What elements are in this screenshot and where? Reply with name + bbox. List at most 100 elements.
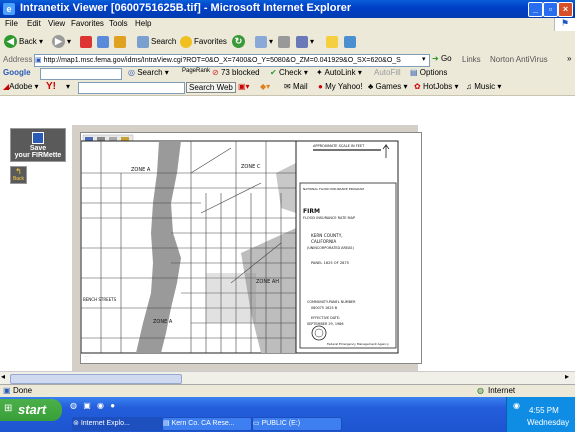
envelope-icon: ✉ <box>284 82 291 91</box>
blocked-count: 73 blocked <box>220 68 260 77</box>
status-text: Done <box>13 386 33 395</box>
map-community-label: COMMUNITY-PANEL NUMBER <box>307 300 356 304</box>
menu-help[interactable]: Help <box>135 19 151 28</box>
map-community-number: 060075 1625 B <box>311 306 338 310</box>
stop-icon <box>80 35 92 48</box>
yahoo-logo[interactable]: Y! <box>46 81 56 92</box>
refresh-icon <box>97 35 109 48</box>
norton-antivirus-button[interactable]: Norton AntiVirus <box>490 55 548 64</box>
page-done-icon: ▣ <box>3 386 11 395</box>
folder-task-icon: ▭ <box>253 420 262 427</box>
maximize-button[interactable]: ▫ <box>543 2 558 17</box>
yahoo-tools-icon[interactable]: ▣▾ <box>238 82 250 91</box>
map-drawing: ZONE A ZONE C ZONE AH ZONE A BENCH STREE… <box>80 133 421 363</box>
horizontal-scrollbar[interactable]: ◂ ▸ <box>0 371 575 384</box>
google-logo[interactable]: Google <box>3 68 31 77</box>
save-line1: Save <box>29 145 47 152</box>
autofill-button[interactable]: AutoFill <box>374 68 401 77</box>
back-button[interactable]: ◀ Back ▾ <box>4 34 43 50</box>
edit-button[interactable]: ▾ <box>296 34 314 50</box>
search-web-button[interactable]: Search Web <box>186 82 236 93</box>
menu-favorites[interactable]: Favorites <box>71 19 104 28</box>
task-internet-explorer[interactable]: ⊚ Internet Explo... <box>72 417 162 431</box>
mail-icon <box>255 35 267 48</box>
blocker-icon: ⊘ <box>212 68 219 77</box>
favorites-button[interactable]: Favorites <box>180 34 227 50</box>
address-dropdown-icon[interactable]: ▾ <box>422 55 426 63</box>
firm-map[interactable]: ZONE A ZONE C ZONE AH ZONE A BENCH STREE… <box>80 132 422 364</box>
menu-tools[interactable]: Tools <box>109 19 128 28</box>
yahoo-options-icon[interactable]: ◆▾ <box>260 82 270 91</box>
mail-button[interactable]: ▾ <box>255 34 273 50</box>
autolink-label: AutoLink <box>324 68 356 77</box>
google-search-label: Search <box>137 68 163 77</box>
map-firm: FIRM <box>303 208 320 215</box>
viewer-back-button[interactable]: ↰ Back <box>10 166 27 184</box>
messenger-button[interactable] <box>326 34 340 50</box>
menu-file[interactable]: File <box>5 19 18 28</box>
map-label-zone-a-south: ZONE A <box>153 319 173 325</box>
check-button[interactable]: ✔ Check ▾ <box>270 68 308 77</box>
note-icon <box>326 35 338 48</box>
stop-button[interactable] <box>80 34 94 50</box>
task-kern-co[interactable]: ▤ Kern Co. CA Rese... <box>162 417 252 431</box>
research-button[interactable] <box>344 34 358 50</box>
minimize-button[interactable]: _ <box>528 2 543 17</box>
history-button[interactable]: ↻ <box>232 34 247 50</box>
task-public-drive[interactable]: ▭ PUBLIC (E:) <box>252 417 342 431</box>
map-agency: Federal Emergency Management Agency <box>327 342 389 346</box>
window-title: Intranetix Viewer [0600751625B.tif] - Mi… <box>20 2 352 14</box>
menu-edit[interactable]: Edit <box>27 19 41 28</box>
scrollbar-thumb[interactable] <box>10 374 182 384</box>
standard-toolbar: ◀ Back ▾ ▶ ▾ Search Favorites ↻ ▾ ▾ <box>0 31 575 54</box>
options-button[interactable]: ▤ Options <box>410 68 447 77</box>
hotjobs-button[interactable]: ✿ HotJobs ▾ <box>414 82 459 91</box>
favorites-label: Favorites <box>194 37 227 46</box>
close-button[interactable]: × <box>558 2 573 17</box>
scroll-left-icon[interactable]: ◂ <box>1 372 5 381</box>
scroll-right-icon[interactable]: ▸ <box>565 372 569 381</box>
music-button[interactable]: ♫ Music ▾ <box>466 82 501 91</box>
google-toolbar: Google ◎ Search ▾ PageRank ⊘ 73 blocked … <box>0 67 575 82</box>
go-arrow-icon: ➜ <box>432 54 439 63</box>
page-icon: ▣ <box>35 57 44 64</box>
adobe-button[interactable]: ◢Adobe ▾ <box>3 82 39 91</box>
print-button[interactable] <box>278 34 292 50</box>
games-button[interactable]: ♣ Games ▾ <box>368 82 408 91</box>
google-search-button[interactable]: ◎ Search ▾ <box>128 68 169 77</box>
mail-button-yahoo[interactable]: ✉ Mail <box>284 82 308 91</box>
chevron-right-icon[interactable]: » <box>567 54 571 63</box>
ie-task-icon: ⊚ <box>73 420 81 427</box>
search-icon: ◎ <box>128 68 135 77</box>
yahoo-search-input[interactable] <box>78 82 185 94</box>
task-label-public: PUBLIC (E:) <box>261 420 301 427</box>
status-bar: ▣ Done ◍ Internet <box>0 384 575 398</box>
google-search-input[interactable] <box>40 68 122 80</box>
save-firmette-button[interactable]: Save your FIRMette <box>10 128 66 162</box>
map-state: CALIFORNIA <box>311 239 336 244</box>
go-button[interactable]: ➜ Go <box>432 54 452 63</box>
check-label: Check <box>278 68 302 77</box>
home-button[interactable] <box>114 34 128 50</box>
menu-view[interactable]: View <box>48 19 65 28</box>
tray-volume-icon[interactable]: ◉ <box>513 401 520 410</box>
popup-blocker-button[interactable]: ⊘ 73 blocked <box>212 68 260 77</box>
options-label: Options <box>419 68 448 77</box>
map-footer-note: · · · · <box>85 354 92 358</box>
links-label[interactable]: Links <box>462 55 481 64</box>
forward-button[interactable]: ▶ ▾ <box>52 34 71 50</box>
my-yahoo-button[interactable]: ● My Yahoo! <box>318 82 363 91</box>
options-icon: ▤ <box>410 68 418 77</box>
search-button[interactable]: Search <box>137 34 176 50</box>
yahoo-dropdown-icon[interactable]: ▾ <box>66 82 70 91</box>
title-bar: e Intranetix Viewer [0600751625B.tif] - … <box>0 0 575 18</box>
map-label-zone-ah: ZONE AH <box>256 279 279 285</box>
refresh-button[interactable] <box>97 34 111 50</box>
autolink-button[interactable]: ✦ AutoLink ▾ <box>316 68 362 77</box>
quick-launch-icons[interactable]: ◍ ▣ ◉ ● <box>70 401 117 410</box>
address-input[interactable]: ▣ http://map1.msc.fema.gov/idms/IntraVie… <box>34 54 430 67</box>
home-icon <box>114 35 126 48</box>
clock-time[interactable]: 4:55 PM <box>529 406 559 415</box>
star-icon <box>180 35 192 48</box>
back-label: Back <box>19 37 37 46</box>
